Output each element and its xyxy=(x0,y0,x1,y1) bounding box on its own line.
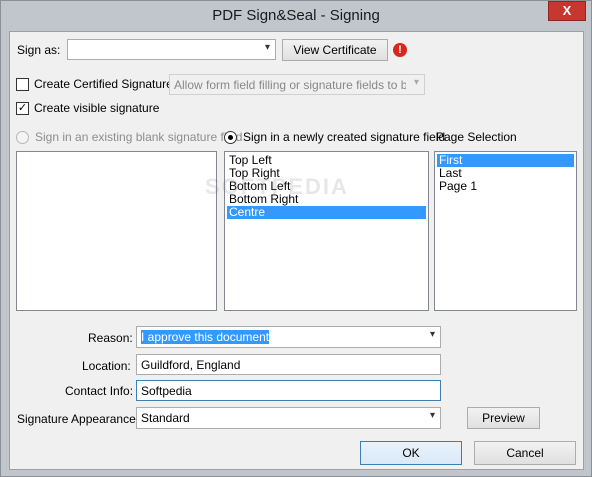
chevron-down-icon: ▾ xyxy=(429,329,435,340)
close-icon: X xyxy=(562,3,572,18)
sign-as-label: Sign as: xyxy=(17,43,61,57)
page-selection-list[interactable]: First Last Page 1 xyxy=(434,151,577,311)
page-selection-label: Page Selection xyxy=(436,130,517,144)
close-button[interactable]: X xyxy=(548,1,586,21)
title-bar[interactable]: PDF Sign&Seal - Signing X xyxy=(1,1,591,31)
new-field-radio[interactable] xyxy=(224,131,237,144)
watermark: SOFTPEDIA xyxy=(205,174,349,199)
existing-field-label: Sign in an existing blank signature fiel… xyxy=(35,130,243,144)
reason-label: Reason: xyxy=(88,331,133,345)
visible-signature-label: Create visible signature xyxy=(34,101,160,115)
chevron-down-icon: ▾ xyxy=(429,410,435,421)
certification-permissions-select[interactable]: Allow form field filling or signature fi… xyxy=(169,74,425,95)
certified-signature-label: Create Certified Signature xyxy=(34,77,173,91)
reason-select[interactable]: I approve this document ▾ xyxy=(136,326,441,348)
dialog-window: PDF Sign&Seal - Signing X Sign as: ▾ Vie… xyxy=(0,0,592,477)
signature-appearance-label: Signature Appearance: xyxy=(17,412,140,426)
sign-as-select[interactable]: ▾ xyxy=(67,39,276,60)
certified-signature-checkbox[interactable] xyxy=(16,78,29,91)
ok-button[interactable]: OK xyxy=(360,441,462,465)
contact-info-field[interactable]: Softpedia xyxy=(136,380,441,401)
list-item[interactable]: Page 1 xyxy=(437,180,574,193)
cancel-button[interactable]: Cancel xyxy=(474,441,576,465)
radio-selected-dot xyxy=(228,135,233,140)
existing-fields-list[interactable] xyxy=(16,151,217,311)
signature-appearance-value: Standard xyxy=(141,411,190,425)
chevron-down-icon: ▾ xyxy=(264,42,270,53)
new-field-label: Sign in a newly created signature field xyxy=(243,130,446,144)
contact-info-label: Contact Info: xyxy=(65,384,134,398)
existing-field-radio[interactable] xyxy=(16,131,29,144)
signature-appearance-select[interactable]: Standard ▾ xyxy=(136,407,441,429)
reason-value: I approve this document xyxy=(141,330,270,344)
position-list[interactable]: Top Left Top Right Bottom Left Bottom Ri… xyxy=(205,151,429,311)
location-field[interactable]: Guildford, England xyxy=(136,354,441,375)
window-title: PDF Sign&Seal - Signing xyxy=(212,7,380,24)
certification-permissions-value: Allow form field filling or signature fi… xyxy=(174,78,406,92)
warning-icon: ! xyxy=(393,43,407,57)
contact-info-value: Softpedia xyxy=(141,384,192,398)
checkmark-icon: ✓ xyxy=(17,102,28,114)
view-certificate-button[interactable]: View Certificate xyxy=(282,39,388,61)
location-label: Location: xyxy=(82,359,131,373)
chevron-down-icon: ▾ xyxy=(413,77,419,88)
dialog-body: Sign as: ▾ View Certificate ! Create Cer… xyxy=(9,31,584,470)
list-item-selected[interactable]: Centre xyxy=(227,206,426,219)
preview-button[interactable]: Preview xyxy=(467,407,540,429)
visible-signature-checkbox[interactable]: ✓ xyxy=(16,102,29,115)
location-value: Guildford, England xyxy=(141,358,241,372)
